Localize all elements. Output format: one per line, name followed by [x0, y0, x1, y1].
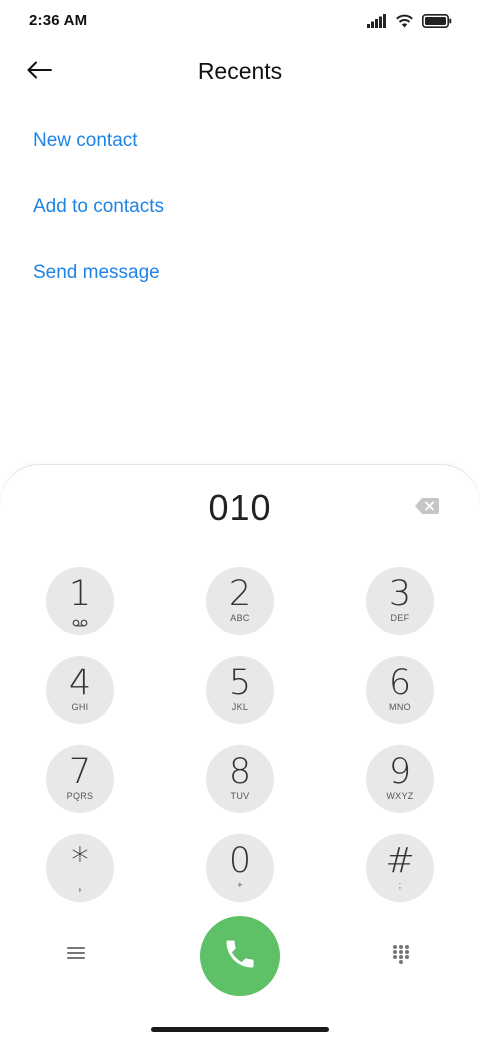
action-list: New contact Add to contacts Send message	[0, 108, 480, 306]
page-title: Recents	[197, 58, 283, 84]
key-8[interactable]: 8 TUV	[206, 745, 274, 813]
signal-icon	[367, 13, 387, 28]
dialed-number: 010	[208, 487, 272, 528]
key-9[interactable]: 9 WXYZ	[366, 745, 434, 813]
send-message-link[interactable]: Send message	[0, 240, 480, 306]
menu-button[interactable]	[66, 945, 90, 967]
key-letters: +	[237, 880, 243, 890]
new-contact-link[interactable]: New contact	[0, 108, 480, 174]
status-icons	[367, 13, 452, 28]
key-digit: 1	[68, 574, 92, 614]
key-letters: WXYZ	[386, 791, 414, 801]
status-bar: 2:36 AM	[0, 0, 480, 44]
call-button[interactable]	[200, 916, 280, 996]
key-digit: 8	[228, 752, 252, 792]
key-row: 4 GHI 5 JKL 6 MNO	[0, 656, 480, 745]
key-letters: MNO	[389, 702, 411, 712]
key-letters: TUV	[230, 791, 250, 801]
phone-icon	[222, 936, 258, 977]
key-letters: ABC	[230, 613, 250, 623]
home-indicator[interactable]	[151, 1027, 329, 1032]
header: Recents	[0, 44, 480, 102]
key-7[interactable]: 7 PQRS	[46, 745, 114, 813]
key-digit: #	[385, 841, 415, 881]
key-2[interactable]: 2 ABC	[206, 567, 274, 635]
key-letters: JKL	[231, 702, 249, 712]
key-digit: 5	[228, 663, 252, 703]
add-to-contacts-link[interactable]: Add to contacts	[0, 174, 480, 240]
key-6[interactable]: 6 MNO	[366, 656, 434, 724]
key-1[interactable]: 1	[46, 567, 114, 635]
key-digit: 0	[228, 841, 252, 881]
dialpad-icon	[392, 945, 410, 968]
key-4[interactable]: 4 GHI	[46, 656, 114, 724]
dialer-panel: 010 1 2 ABC 3 DEF 4 GHI 5 JKL 6 MNO 7 PQ…	[0, 465, 480, 1040]
key-digit: 2	[228, 574, 252, 614]
key-row: 7 PQRS 8 TUV 9 WXYZ	[0, 745, 480, 834]
battery-icon	[422, 13, 452, 28]
key-digit: 7	[68, 752, 92, 792]
dialer-bottom-bar	[0, 916, 480, 996]
voicemail-icon	[46, 614, 114, 632]
key-star[interactable]: * ,	[46, 834, 114, 902]
key-letters: PQRS	[66, 791, 94, 801]
key-hash[interactable]: # ;	[366, 834, 434, 902]
key-3[interactable]: 3 DEF	[366, 567, 434, 635]
key-row: 1 2 ABC 3 DEF	[0, 567, 480, 656]
key-letters: ;	[398, 880, 402, 890]
keypad: 1 2 ABC 3 DEF 4 GHI 5 JKL 6 MNO 7 PQRS 8…	[0, 567, 480, 923]
key-digit: 3	[388, 574, 412, 614]
key-digit: 9	[388, 752, 412, 792]
wifi-icon	[395, 13, 414, 28]
key-digit: 6	[388, 663, 412, 703]
menu-icon	[66, 947, 86, 965]
key-5[interactable]: 5 JKL	[206, 656, 274, 724]
dialpad-toggle-button[interactable]	[392, 944, 414, 968]
key-letters: ,	[77, 877, 83, 893]
key-digit: 4	[68, 663, 92, 703]
backspace-icon	[414, 498, 440, 519]
backspace-button[interactable]	[414, 497, 442, 519]
status-time: 2:36 AM	[29, 12, 88, 29]
key-letters: DEF	[390, 613, 410, 623]
key-letters: GHI	[71, 702, 89, 712]
key-digit: *	[71, 841, 89, 881]
key-0[interactable]: 0 +	[206, 834, 274, 902]
key-row: * , 0 + # ;	[0, 834, 480, 923]
